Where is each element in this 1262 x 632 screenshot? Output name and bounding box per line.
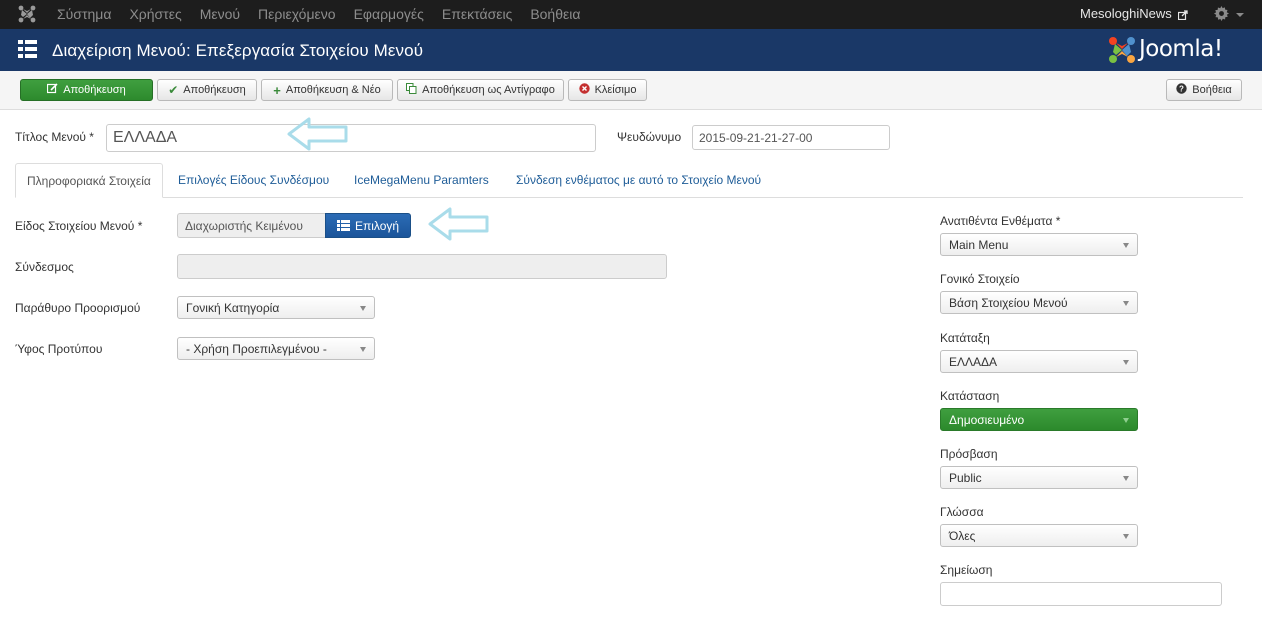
help-label: Βοήθεια <box>1192 84 1232 96</box>
check-icon: ✔ <box>168 83 179 97</box>
chevron-down-icon <box>1123 300 1129 306</box>
save-label: Αποθήκευση <box>63 84 126 96</box>
ordering-select[interactable]: ΕΛΛΑΔΑ <box>940 350 1138 373</box>
joomla-brand-icon <box>1109 37 1135 63</box>
chevron-down-icon <box>1123 475 1129 481</box>
site-name: MesologhiNews <box>1080 6 1172 21</box>
ordering-value: ΕΛΛΑΔΑ <box>949 354 998 369</box>
access-label: Πρόσβαση <box>940 447 998 461</box>
help-button[interactable]: ? Βοήθεια <box>1166 79 1242 101</box>
top-menu-components[interactable]: Εφαρμογές <box>354 6 424 23</box>
save-button[interactable]: Αποθήκευση <box>20 79 153 101</box>
question-circle-icon: ? <box>1176 83 1187 97</box>
status-label: Κατάσταση <box>940 389 1000 403</box>
save-close-button[interactable]: ✔ Αποθήκευση <box>157 79 257 101</box>
language-select[interactable]: Όλες <box>940 524 1138 547</box>
note-label: Σημείωση <box>940 563 993 577</box>
joomla-logo-icon[interactable] <box>18 5 36 23</box>
page-title: Διαχείριση Μενού: Επεξεργασία Στοιχείου … <box>52 41 424 60</box>
template-style-value: - Χρήση Προεπιλεγμένου - <box>186 341 327 356</box>
save-close-label: Αποθήκευση <box>183 84 246 96</box>
target-window-select[interactable]: Γονική Κατηγορία <box>177 296 375 319</box>
close-label: Κλείσιμο <box>594 84 637 96</box>
annotation-arrow-icon <box>428 207 489 241</box>
top-menu-menus[interactable]: Μενού <box>200 6 240 23</box>
page-header: Διαχείριση Μενού: Επεξεργασία Στοιχείου … <box>0 29 1262 71</box>
top-navbar: Σύστημα Χρήστες Μενού Περιεχόμενο Εφαρμο… <box>0 0 1262 29</box>
list-icon <box>336 220 350 231</box>
tab-bar: Πληροφοριακά Στοιχεία Επιλογές Είδους Συ… <box>15 163 1243 198</box>
save-copy-label: Αποθήκευση ως Αντίγραφο <box>422 84 555 96</box>
ordering-label: Κατάταξη <box>940 331 990 345</box>
title-label: Τίτλος Μενού * <box>15 130 94 144</box>
top-menu-content[interactable]: Περιεχόμενο <box>258 6 336 23</box>
parent-item-select[interactable]: Βάση Στοιχείου Μενού <box>940 291 1138 314</box>
link-label: Σύνδεσμος <box>15 260 74 274</box>
note-input[interactable] <box>940 582 1222 606</box>
tab-icemegamenu[interactable]: IceMegaMenu Paramters <box>343 163 500 197</box>
caret-down-icon[interactable] <box>1236 13 1244 17</box>
language-value: Όλες <box>949 528 976 543</box>
save-new-label: Αποθήκευση & Νέο <box>285 84 381 96</box>
close-circle-icon <box>578 83 590 97</box>
tab-module-assignment[interactable]: Σύνδεση ενθέματος με αυτό το Στοιχείο Με… <box>505 163 772 197</box>
template-style-label: Ύφος Προτύπου <box>15 342 103 356</box>
target-window-value: Γονική Κατηγορία <box>186 300 280 315</box>
toolbar: Αποθήκευση ✔ Αποθήκευση + Αποθήκευση & Ν… <box>0 71 1262 110</box>
parent-item-label: Γονικό Στοιχείο <box>940 272 1020 286</box>
menu-value: Main Menu <box>949 237 1009 252</box>
menu-item-type-label: Είδος Στοιχείου Μενού * <box>15 219 143 233</box>
svg-text:?: ? <box>1179 84 1184 93</box>
parent-item-value: Βάση Στοιχείου Μενού <box>949 295 1068 310</box>
chevron-down-icon <box>1123 359 1129 365</box>
title-input[interactable]: ΕΛΛΑΔΑ <box>106 124 596 152</box>
menu-select[interactable]: Main Menu <box>940 233 1138 256</box>
access-value: Public <box>949 470 982 485</box>
top-menu-system[interactable]: Σύστημα <box>57 6 111 23</box>
chevron-down-icon <box>1123 242 1129 248</box>
edit-icon <box>47 83 58 97</box>
template-style-select[interactable]: - Χρήση Προεπιλεγμένου - <box>177 337 375 360</box>
tab-details[interactable]: Πληροφοριακά Στοιχεία <box>15 163 163 198</box>
close-button[interactable]: Κλείσιμο <box>568 79 647 101</box>
chevron-down-icon <box>360 346 366 352</box>
select-type-button[interactable]: Επιλογή <box>325 213 411 238</box>
top-menu-help[interactable]: Βοήθεια <box>530 6 580 23</box>
gear-icon[interactable] <box>1214 6 1229 21</box>
top-menu-users[interactable]: Χρήστες <box>129 6 181 23</box>
language-label: Γλώσσα <box>940 505 984 519</box>
link-input <box>177 254 667 279</box>
select-type-label: Επιλογή <box>354 218 400 233</box>
target-window-label: Παράθυρο Προορισμού <box>15 301 141 315</box>
chevron-down-icon <box>360 305 366 311</box>
site-link[interactable]: MesologhiNews <box>1080 6 1189 21</box>
save-new-button[interactable]: + Αποθήκευση & Νέο <box>261 79 393 101</box>
tab-link-type[interactable]: Επιλογές Είδους Συνδέσμου <box>167 163 340 197</box>
chevron-down-icon <box>1123 417 1129 423</box>
annotation-arrow-icon <box>287 117 348 151</box>
save-copy-button[interactable]: Αποθήκευση ως Αντίγραφο <box>397 79 564 101</box>
top-menu-extensions[interactable]: Επεκτάσεις <box>442 6 512 23</box>
status-value: Δημοσιευμένο <box>949 412 1025 427</box>
access-select[interactable]: Public <box>940 466 1138 489</box>
plus-icon: + <box>273 82 281 98</box>
grid-list-icon <box>18 40 37 58</box>
top-menu: Σύστημα Χρήστες Μενού Περιεχόμενο Εφαρμο… <box>57 6 598 23</box>
alias-input[interactable]: 2015-09-21-21-27-00 <box>692 125 890 150</box>
chevron-down-icon <box>1123 533 1129 539</box>
copy-icon <box>406 83 417 97</box>
status-select[interactable]: Δημοσιευμένο <box>940 408 1138 431</box>
menu-label: Ανατιθέντα Ενθέματα * <box>940 214 1061 228</box>
external-link-icon <box>1178 9 1189 20</box>
joomla-brand: Joomla! <box>1139 36 1223 62</box>
alias-label: Ψευδώνυμο <box>617 130 682 144</box>
menu-item-type-value: Διαχωριστής Κειμένου <box>177 213 325 238</box>
